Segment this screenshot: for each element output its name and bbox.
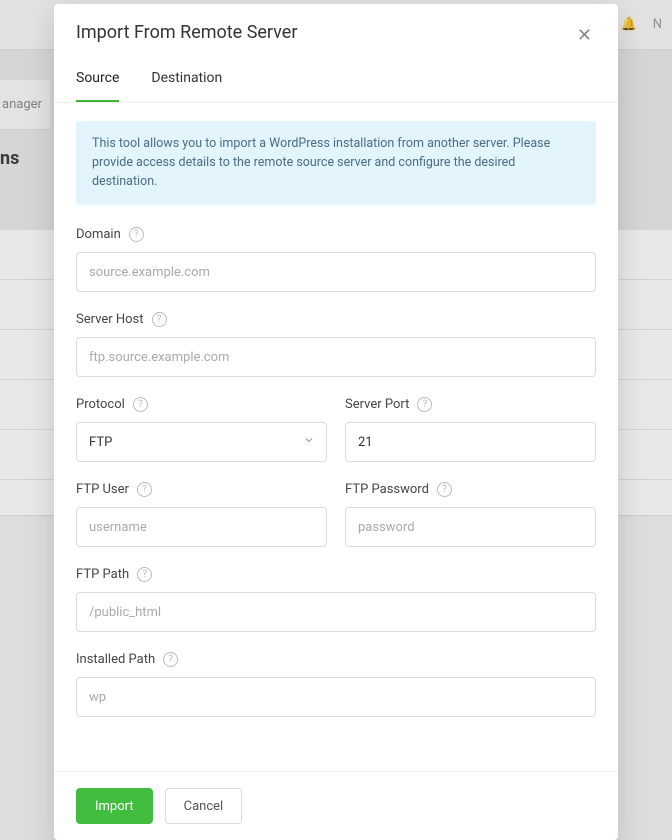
help-icon[interactable]: ? [163, 652, 178, 667]
tabs: Source Destination [54, 58, 618, 103]
ftp-password-label: FTP Password [345, 482, 429, 497]
server-port-label: Server Port [345, 397, 409, 412]
help-icon[interactable]: ? [137, 567, 152, 582]
import-modal: Import From Remote Server ✕ Source Desti… [54, 4, 618, 840]
close-button[interactable]: ✕ [573, 22, 596, 48]
field-installed-path: Installed Path ? [76, 652, 596, 717]
help-icon[interactable]: ? [437, 482, 452, 497]
import-button[interactable]: Import [76, 788, 153, 824]
field-protocol: Protocol ? FTP [76, 397, 327, 462]
ftp-path-label: FTP Path [76, 567, 129, 582]
help-icon[interactable]: ? [129, 227, 144, 242]
modal-header: Import From Remote Server ✕ [54, 4, 618, 58]
modal-footer: Import Cancel [54, 771, 618, 840]
server-port-input[interactable] [345, 422, 596, 462]
installed-path-label: Installed Path [76, 652, 155, 667]
ftp-user-input[interactable] [76, 507, 327, 547]
help-icon[interactable]: ? [137, 482, 152, 497]
protocol-select[interactable]: FTP [76, 422, 327, 462]
field-ftp-password: FTP Password ? [345, 482, 596, 547]
ftp-password-input[interactable] [345, 507, 596, 547]
server-host-input[interactable] [76, 337, 596, 377]
domain-input[interactable] [76, 252, 596, 292]
ftp-path-input[interactable] [76, 592, 596, 632]
info-message: This tool allows you to import a WordPre… [76, 121, 596, 205]
field-server-host: Server Host ? [76, 312, 596, 377]
server-host-label: Server Host [76, 312, 144, 327]
field-ftp-path: FTP Path ? [76, 567, 596, 632]
protocol-label: Protocol [76, 397, 125, 412]
tab-source[interactable]: Source [76, 70, 119, 102]
domain-label: Domain [76, 227, 121, 242]
help-icon[interactable]: ? [133, 397, 148, 412]
modal-title: Import From Remote Server [76, 22, 297, 43]
ftp-user-label: FTP User [76, 482, 129, 497]
field-domain: Domain ? [76, 227, 596, 292]
help-icon[interactable]: ? [417, 397, 432, 412]
cancel-button[interactable]: Cancel [165, 788, 243, 824]
field-server-port: Server Port ? [345, 397, 596, 462]
field-ftp-user: FTP User ? [76, 482, 327, 547]
close-icon: ✕ [577, 25, 592, 45]
installed-path-input[interactable] [76, 677, 596, 717]
modal-overlay: Import From Remote Server ✕ Source Desti… [0, 0, 672, 840]
help-icon[interactable]: ? [152, 312, 167, 327]
tab-destination[interactable]: Destination [151, 70, 222, 102]
modal-body: This tool allows you to import a WordPre… [54, 103, 618, 771]
